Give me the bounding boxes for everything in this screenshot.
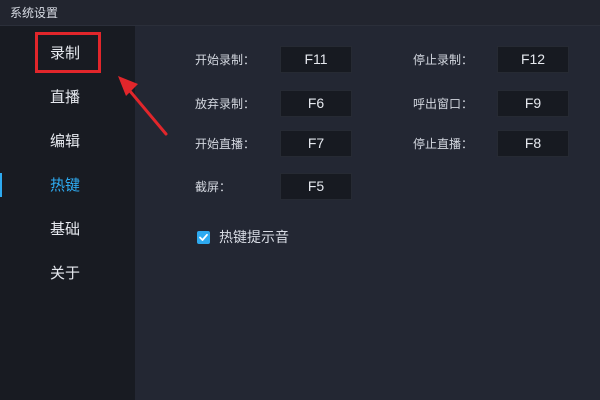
discard-record-key-field[interactable]: F6	[280, 90, 352, 117]
stop-record-label: 停止录制：	[413, 53, 474, 67]
call-window-key-field[interactable]: F9	[497, 90, 569, 117]
start-record-key-field[interactable]: F11	[280, 46, 352, 73]
stop-live-label: 停止直播：	[413, 137, 474, 151]
sidebar-item-hotkeys[interactable]: 热键	[0, 169, 135, 201]
sidebar-item-basic[interactable]: 基础	[0, 213, 135, 245]
discard-record-label: 放弃录制：	[195, 97, 256, 111]
sidebar-item-label: 编辑	[50, 132, 81, 150]
sidebar-item-label: 热键	[50, 176, 81, 194]
screenshot-label: 截屏：	[195, 180, 232, 194]
sidebar-item-label: 直播	[50, 88, 81, 106]
title-bar: 系统设置	[0, 0, 600, 26]
active-indicator	[0, 173, 2, 197]
start-record-label: 开始录制：	[195, 53, 256, 67]
hotkey-tip-checkbox[interactable]	[197, 231, 210, 244]
start-live-label: 开始直播：	[195, 137, 256, 151]
start-live-key-field[interactable]: F7	[280, 130, 352, 157]
hotkey-tip-label: 热键提示音	[219, 230, 289, 246]
red-arrow-icon	[118, 76, 168, 136]
sidebar-item-label: 关于	[50, 264, 81, 282]
annotation-highlight-box	[35, 32, 101, 73]
sidebar-item-about[interactable]: 关于	[0, 257, 135, 289]
window-title: 系统设置	[10, 6, 59, 20]
screenshot-key-field[interactable]: F5	[280, 173, 352, 200]
check-icon	[199, 233, 208, 241]
hotkey-settings-panel	[135, 26, 600, 400]
call-window-label: 呼出窗口：	[413, 97, 474, 111]
sidebar-item-label: 基础	[50, 220, 81, 238]
stop-record-key-field[interactable]: F12	[497, 46, 569, 73]
stop-live-key-field[interactable]: F8	[497, 130, 569, 157]
